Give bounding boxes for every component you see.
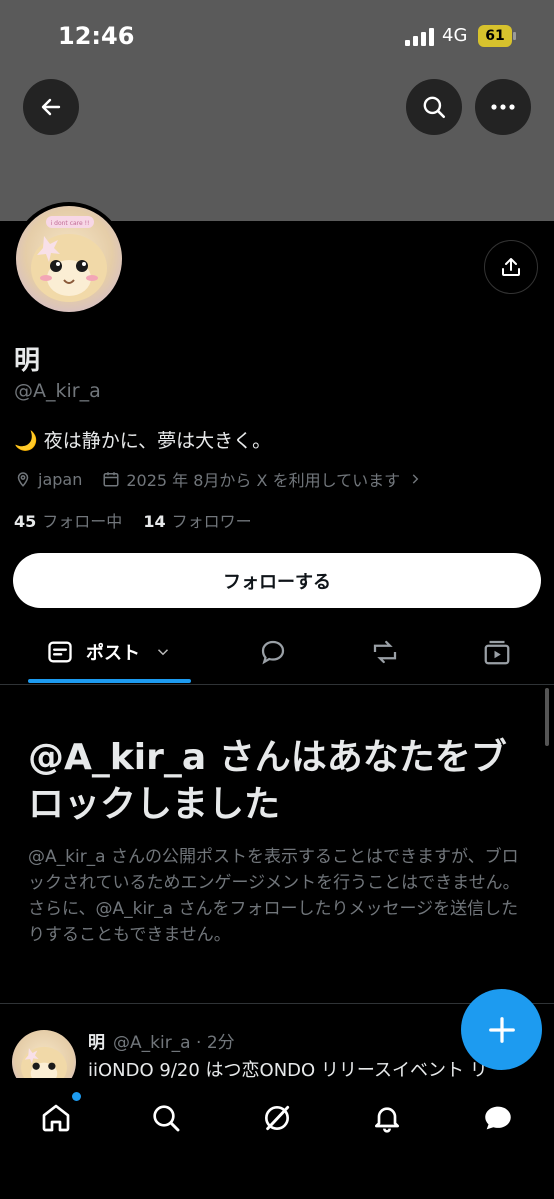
blocked-description: @A_kir_a さんの公開ポストを表示することはできますが、ブロックされている…: [28, 847, 520, 945]
media-icon: [484, 640, 510, 665]
bio-text: 夜は静かに、夢は大きく。: [43, 430, 272, 452]
nav-notifications[interactable]: [367, 1098, 407, 1138]
follow-button[interactable]: フォローする: [13, 553, 541, 608]
search-icon: [423, 96, 446, 119]
nav-home[interactable]: [36, 1098, 76, 1138]
profile-bio: 🌙 夜は静かに、夢は大きく。: [14, 426, 271, 453]
search-icon: [153, 1105, 180, 1132]
tab-posts[interactable]: ポスト: [46, 634, 172, 670]
profile-meta: japan 2025 年 8月から X を利用しています: [14, 467, 422, 491]
posts-icon: [48, 641, 72, 663]
followers-count: 14: [143, 512, 166, 531]
profile-tabs: ポスト: [0, 620, 554, 685]
profile-name: 明: [14, 346, 41, 376]
reply-icon: [261, 640, 285, 665]
tab-reposts[interactable]: [369, 634, 401, 670]
more-button[interactable]: [475, 79, 531, 135]
status-time: 12:46: [58, 22, 135, 50]
join-date-text: 2025 年 8月から X を利用しています: [126, 471, 401, 490]
search-button[interactable]: [406, 79, 462, 135]
following-link[interactable]: 45 フォロー中: [14, 512, 122, 531]
scrollbar[interactable]: [545, 688, 549, 746]
battery-icon: 61: [478, 25, 516, 47]
bell-icon: [375, 1107, 399, 1133]
location-text: japan: [38, 469, 83, 489]
post-header: 明 @A_kir_a · 2分: [88, 1028, 235, 1053]
location-pin-icon: [17, 472, 29, 487]
notification-dot: [72, 1092, 81, 1101]
share-icon: [502, 258, 520, 276]
followers-label: フォロワー: [171, 512, 252, 531]
followers-link[interactable]: 14 フォロワー: [143, 512, 251, 531]
chevron-right-icon: [412, 474, 419, 484]
plus-icon: [488, 1016, 515, 1043]
profile-handle: @A_kir_a: [14, 380, 101, 402]
status-bar: 12:46 4G 61: [0, 0, 554, 70]
calendar-icon: [103, 472, 119, 487]
follow-counts: 45 フォロー中 14 フォロワー: [14, 508, 252, 532]
network-label: 4G: [442, 25, 468, 46]
post-handle-time: @A_kir_a · 2分: [113, 1033, 235, 1053]
chevron-down-icon: [157, 649, 169, 656]
following-count: 45: [14, 512, 37, 531]
moon-icon: 🌙: [14, 430, 38, 452]
avatar-caption: i dont care !!: [51, 220, 90, 227]
compose-button[interactable]: [461, 989, 542, 1070]
share-button[interactable]: [484, 240, 538, 294]
join-date[interactable]: 2025 年 8月から X を利用しています: [102, 467, 422, 491]
arrow-left-icon: [41, 98, 61, 116]
post-author-name: 明: [88, 1033, 105, 1053]
nav-grok[interactable]: [257, 1098, 297, 1138]
home-icon: [42, 1104, 70, 1132]
signal-icon: [405, 28, 435, 46]
location: japan: [14, 470, 82, 489]
more-icon: [491, 104, 515, 110]
nav-search[interactable]: [146, 1098, 186, 1138]
blocked-title: @A_kir_a さんはあなたをブロックしました: [28, 737, 507, 825]
tab-replies[interactable]: [258, 634, 288, 670]
profile-avatar[interactable]: i dont care !!: [12, 202, 126, 316]
bottom-navigation: [0, 1078, 554, 1199]
avatar-image: i dont care !!: [16, 206, 122, 312]
repost-icon: [373, 640, 397, 664]
following-label: フォロー中: [42, 512, 123, 531]
chat-bubble-icon: [485, 1106, 511, 1130]
back-button[interactable]: [23, 79, 79, 135]
tab-posts-label: ポスト: [86, 643, 140, 664]
grok-icon: [265, 1105, 290, 1131]
active-tab-indicator: [28, 679, 191, 683]
tab-media[interactable]: [481, 634, 513, 670]
nav-messages[interactable]: [478, 1098, 518, 1138]
